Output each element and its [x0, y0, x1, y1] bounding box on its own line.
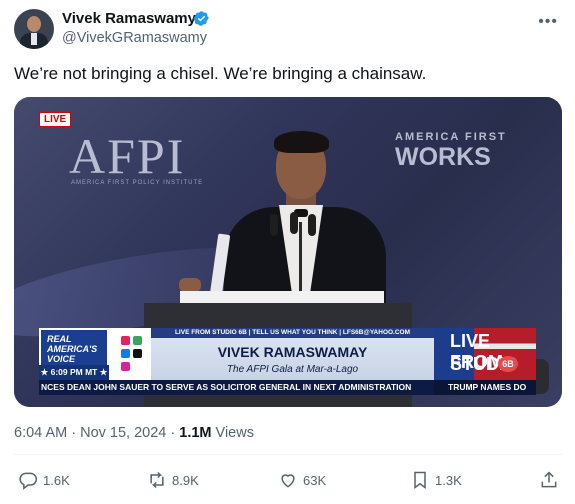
tweet-meta: 6:04 AM · Nov 15, 2024 · 1.1M Views: [14, 425, 254, 441]
author-name[interactable]: Vivek Ramaswamy: [62, 10, 196, 27]
america-first-works-line2: WORKS: [395, 143, 491, 171]
author-handle[interactable]: @VivekGRamaswamy: [62, 30, 207, 46]
views-label: Views: [215, 425, 254, 441]
social-icons: [109, 328, 151, 380]
instagram-icon: [121, 362, 130, 371]
broadcast-time: ★ 6:09 PM MT ★: [39, 365, 109, 380]
event-name: The AFPI Gala at Mar-a-Lago: [226, 364, 359, 375]
rumble-icon: [133, 336, 142, 345]
news-lower-third: REAL AMERICA'S VOICE ★ 6:09 PM MT ★ LIVE…: [39, 328, 536, 395]
afpi-logo: AFPI: [69, 128, 186, 184]
afpi-subtitle: AMERICA FIRST POLICY INSTITUTE: [71, 180, 204, 186]
facebook-icon: [121, 349, 130, 358]
reply-icon: [19, 472, 38, 490]
live-badge: LIVE: [39, 112, 72, 127]
reply-button[interactable]: 1.6K: [18, 466, 70, 494]
tweet-time[interactable]: 6:04 AM: [14, 425, 67, 441]
x-icon: [133, 349, 142, 358]
bookmark-icon: [414, 471, 426, 489]
tweet-text: We’re not bringing a chisel. We’re bring…: [14, 64, 427, 83]
heart-icon: [281, 474, 295, 488]
tweet-date[interactable]: Nov 15, 2024: [80, 425, 166, 441]
news-ticker: NCES DEAN JOHN SAUER TO SERVE AS SOLICIT…: [39, 380, 536, 395]
repost-button[interactable]: 8.9K: [147, 466, 199, 494]
share-icon: [541, 471, 557, 488]
america-first-works-line1: AMERICA FIRST: [395, 131, 507, 143]
tweet-header: Vivek Ramaswamy @VivekGRamaswamy •••: [14, 9, 562, 51]
bookmark-button[interactable]: 1.3K: [410, 466, 462, 494]
avatar[interactable]: [14, 9, 54, 49]
studio-logo: LIVE FROM STUDIO 6B: [434, 328, 536, 380]
speaker-name: VIVEK RAMASWAMAY: [217, 344, 368, 360]
microphone-icon: [308, 214, 316, 236]
action-bar: 1.6K 8.9K 63K 1.3K: [14, 466, 562, 494]
repost-icon: [150, 471, 164, 489]
divider: [14, 454, 562, 455]
lower-third-top-strip: LIVE FROM STUDIO 6B | TELL US WHAT YOU T…: [151, 328, 434, 338]
verified-badge-icon: [193, 11, 209, 26]
microphone-icon: [290, 212, 298, 234]
share-button[interactable]: [539, 466, 564, 494]
view-count: 1.1M: [179, 425, 212, 441]
facebook-icon: [121, 336, 130, 345]
more-options-icon[interactable]: •••: [538, 13, 558, 31]
like-button[interactable]: 63K: [278, 466, 326, 494]
video-player[interactable]: LIVE AFPI AMERICA FIRST POLICY INSTITUTE…: [14, 97, 562, 407]
microphone-icon: [270, 214, 278, 236]
